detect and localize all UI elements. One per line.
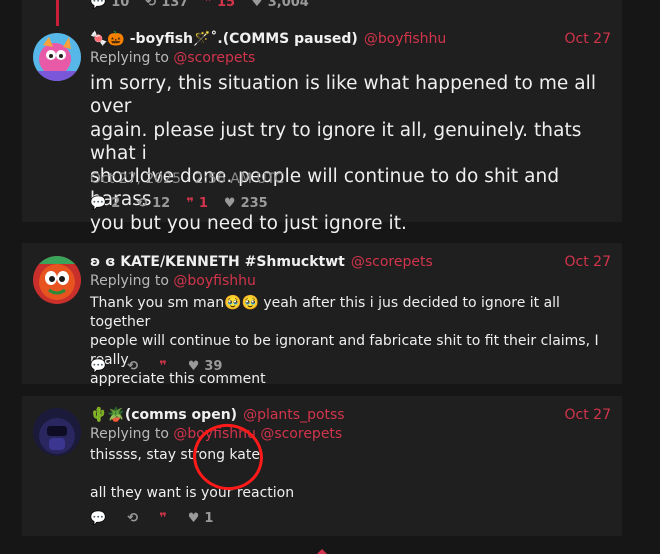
like-stat[interactable]: ♥ 3,004 bbox=[251, 0, 309, 10]
reply-stat[interactable]: 💬 bbox=[90, 511, 111, 526]
comment-icon: 💬 bbox=[90, 511, 107, 526]
repost-stat[interactable]: ⟲ bbox=[127, 511, 143, 526]
repost-icon: ⟲ bbox=[145, 0, 157, 10]
post-2-replying: Replying to @boyfishhu bbox=[90, 273, 256, 289]
repost-stat[interactable]: ⟲ 12 bbox=[136, 196, 170, 211]
post-3-date[interactable]: Oct 27 bbox=[565, 407, 611, 423]
like-stat[interactable]: ♥ 1 bbox=[188, 511, 214, 526]
heart-icon: ♥ bbox=[187, 511, 200, 526]
like-stat[interactable]: ♥ 235 bbox=[224, 196, 268, 211]
quote-stat[interactable]: ❞ 15 bbox=[204, 0, 235, 10]
avatar-plants[interactable] bbox=[33, 408, 81, 456]
quote-stat[interactable]: ❞ bbox=[159, 511, 172, 526]
quote-icon: ❞ bbox=[204, 0, 212, 10]
post-3-author[interactable]: 🌵🪴(comms open) @plants_potss bbox=[90, 407, 345, 423]
post-1-timestamp[interactable]: Oct 27, 2025 · 2:56 AM UTC bbox=[90, 171, 284, 187]
post-2-stats: 💬 ⟲ ❞ ♥ 39 bbox=[90, 359, 238, 374]
reply-stat[interactable]: 💬 10 bbox=[90, 0, 129, 10]
like-stat[interactable]: ♥ 39 bbox=[188, 359, 223, 374]
comment-icon: 💬 bbox=[90, 0, 107, 10]
repost-icon: ⟲ bbox=[127, 359, 139, 374]
quote-icon: ❞ bbox=[159, 511, 167, 526]
repost-icon: ⟲ bbox=[127, 511, 139, 526]
repost-stat[interactable]: ⟲ bbox=[127, 359, 143, 374]
comment-icon: 💬 bbox=[90, 196, 107, 211]
repost-stat[interactable]: ⟲ 137 bbox=[145, 0, 188, 10]
quote-icon: ❞ bbox=[159, 359, 167, 374]
post-3-text: thissss, stay strong kate all they want … bbox=[90, 447, 295, 501]
reply-stat[interactable]: 💬 bbox=[90, 359, 111, 374]
post-1-stats: 💬 2 ⟲ 12 ❞ 1 ♥ 235 bbox=[90, 196, 284, 211]
heart-icon: ♥ bbox=[187, 359, 200, 374]
post-2-date[interactable]: Oct 27 bbox=[565, 254, 611, 270]
heart-icon: ♥ bbox=[251, 0, 263, 10]
comment-icon: 💬 bbox=[90, 359, 107, 374]
repost-icon: ⟲ bbox=[136, 196, 148, 211]
post-1-date[interactable]: Oct 27 bbox=[565, 31, 611, 47]
post-3-stats: 💬 ⟲ ❞ ♥ 1 bbox=[90, 511, 229, 526]
post-1-replying: Replying to @scorepets bbox=[90, 50, 256, 66]
quote-stat[interactable]: ❞ 1 bbox=[186, 196, 208, 211]
post-2-author[interactable]: ʚ ɞ KATE/KENNETH #Shmucktwt @scorepets bbox=[90, 254, 433, 270]
avatar-kate[interactable] bbox=[33, 256, 81, 304]
heart-icon: ♥ bbox=[223, 196, 236, 211]
avatar-boyfish[interactable] bbox=[33, 33, 81, 81]
post-1-author[interactable]: 🍬🎃 -boyfish🪄˚.(COMMS paused) @boyfishhu bbox=[90, 31, 446, 47]
quote-icon: ❞ bbox=[186, 196, 194, 211]
top-post-stats: 💬 10 ⟲ 137 ❞ 15 ♥ 3,004 bbox=[90, 0, 325, 10]
quote-stat[interactable]: ❞ bbox=[159, 359, 172, 374]
reply-stat[interactable]: 💬 2 bbox=[90, 196, 120, 211]
post-2-text: Thank you sm man🥹🥹 yeah after this i jus… bbox=[90, 295, 599, 387]
caret-up-icon[interactable] bbox=[316, 549, 328, 554]
thread-line bbox=[56, 0, 59, 26]
